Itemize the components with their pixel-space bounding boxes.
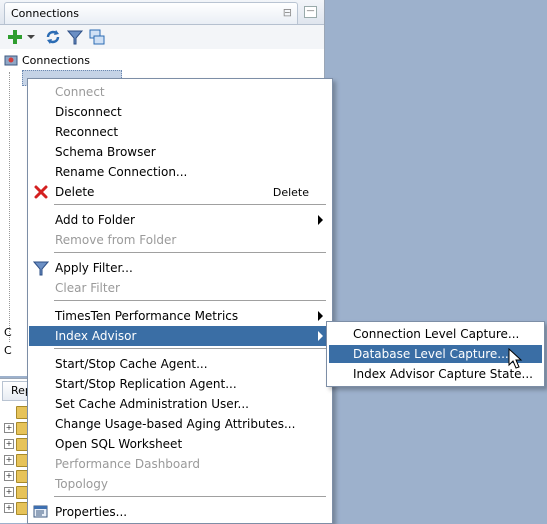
- menu-item-label: Disconnect: [55, 105, 122, 119]
- expand-icon[interactable]: +: [4, 487, 14, 497]
- submenu-item-label: Connection Level Capture...: [353, 327, 520, 341]
- menu-item-label: Properties...: [55, 505, 128, 519]
- expand-icon[interactable]: +: [4, 503, 14, 513]
- schema-browser-icon[interactable]: [88, 28, 106, 46]
- menu-item-label: Set Cache Administration User...: [55, 397, 249, 411]
- menu-separator: [54, 252, 326, 253]
- menu-item-performance-dashboard[interactable]: Performance Dashboard: [29, 454, 331, 474]
- connections-folder-icon: [4, 55, 18, 66]
- menu-item-schema-browser[interactable]: Schema Browser: [29, 142, 331, 162]
- expand-icon[interactable]: +: [4, 471, 14, 481]
- menu-item-label: Remove from Folder: [55, 233, 177, 247]
- menu-item-index-advisor[interactable]: Index Advisor: [29, 326, 331, 346]
- menu-item-label: Performance Dashboard: [55, 457, 200, 471]
- menu-item-label: Start/Stop Replication Agent...: [55, 377, 237, 391]
- menu-item-rename-connection[interactable]: Rename Connection...: [29, 162, 331, 182]
- red-x-icon: [34, 185, 48, 199]
- tab-close-icon[interactable]: ⊟: [283, 6, 292, 19]
- tree-root-label: Connections: [22, 54, 90, 67]
- submenu-arrow-icon: [318, 215, 323, 225]
- side-item-label-1: C: [4, 326, 12, 339]
- refresh-icon[interactable]: [44, 28, 62, 46]
- menu-item-remove-from-folder[interactable]: Remove from Folder: [29, 230, 331, 250]
- mouse-pointer-icon: [508, 348, 523, 369]
- menu-item-open-sql-worksheet[interactable]: Open SQL Worksheet: [29, 434, 331, 454]
- expand-icon[interactable]: +: [4, 423, 14, 433]
- menu-item-start-stop-cache-agent[interactable]: Start/Stop Cache Agent...: [29, 354, 331, 374]
- menu-item-connect[interactable]: Connect: [29, 82, 331, 102]
- tree-line: [9, 72, 11, 342]
- menu-separator: [54, 204, 326, 205]
- menu-item-label: Reconnect: [55, 125, 119, 139]
- chevron-down-icon[interactable]: [26, 28, 36, 46]
- menu-item-label: TimesTen Performance Metrics: [55, 309, 239, 323]
- menu-item-delete[interactable]: Delete Delete: [29, 182, 331, 202]
- menu-separator: [54, 496, 326, 497]
- side-item-label-2: C: [4, 344, 12, 357]
- menu-item-label: Add to Folder: [55, 213, 135, 227]
- panel-header: Connections ⊟ —: [0, 0, 324, 25]
- expand-icon[interactable]: +: [4, 439, 14, 449]
- menu-item-clear-filter[interactable]: Clear Filter: [29, 278, 331, 298]
- menu-item-reconnect[interactable]: Reconnect: [29, 122, 331, 142]
- connections-tab[interactable]: Connections ⊟: [4, 2, 298, 24]
- submenu-arrow-icon: [318, 311, 323, 321]
- menu-item-label: Start/Stop Cache Agent...: [55, 357, 208, 371]
- menu-item-set-cache-admin-user[interactable]: Set Cache Administration User...: [29, 394, 331, 414]
- menu-separator: [54, 300, 326, 301]
- properties-icon: [33, 505, 48, 518]
- menu-separator: [54, 348, 326, 349]
- toolbar: [0, 25, 324, 49]
- menu-item-label: Schema Browser: [55, 145, 156, 159]
- menu-item-label: Connect: [55, 85, 105, 99]
- menu-item-label: Topology: [55, 477, 108, 491]
- submenu-item-label: Index Advisor Capture State...: [353, 367, 533, 381]
- menu-item-disconnect[interactable]: Disconnect: [29, 102, 331, 122]
- menu-item-label: Index Advisor: [55, 329, 137, 343]
- tab-title: Connections: [11, 7, 79, 20]
- menu-item-change-aging-attributes[interactable]: Change Usage-based Aging Attributes...: [29, 414, 331, 434]
- menu-item-properties[interactable]: Properties...: [29, 502, 331, 522]
- menu-item-label: Change Usage-based Aging Attributes...: [55, 417, 296, 431]
- menu-item-label: Open SQL Worksheet: [55, 437, 183, 451]
- context-menu: Connect Disconnect Reconnect Schema Brow…: [27, 78, 333, 524]
- menu-item-label: Delete: [55, 185, 95, 199]
- menu-item-add-to-folder[interactable]: Add to Folder: [29, 210, 331, 230]
- menu-item-label: Apply Filter...: [55, 261, 133, 275]
- menu-item-label: Rename Connection...: [55, 165, 188, 179]
- filter-icon[interactable]: [66, 28, 84, 46]
- minimize-button[interactable]: —: [304, 6, 317, 18]
- filter-icon: [33, 261, 49, 276]
- expand-icon[interactable]: +: [4, 455, 14, 465]
- submenu-item-connection-level-capture[interactable]: Connection Level Capture...: [329, 325, 542, 343]
- submenu-arrow-icon: [318, 331, 323, 341]
- menu-item-apply-filter[interactable]: Apply Filter...: [29, 258, 331, 278]
- delete-shortcut: Delete: [272, 186, 309, 199]
- menu-item-topology[interactable]: Topology: [29, 474, 331, 494]
- menu-item-timesten-performance-metrics[interactable]: TimesTen Performance Metrics: [29, 306, 331, 326]
- add-connection-icon[interactable]: [6, 28, 24, 46]
- submenu-item-label: Database Level Capture...: [353, 347, 509, 361]
- menu-item-start-stop-replication-agent[interactable]: Start/Stop Replication Agent...: [29, 374, 331, 394]
- menu-item-label: Clear Filter: [55, 281, 120, 295]
